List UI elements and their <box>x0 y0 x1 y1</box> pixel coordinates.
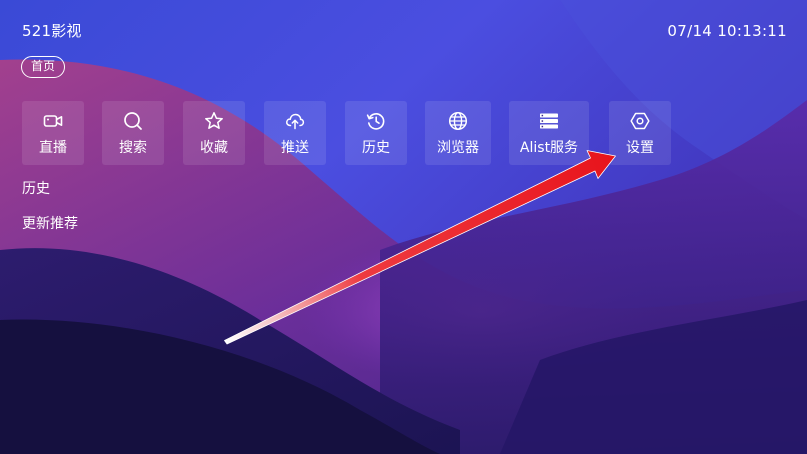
nav-item-label: 搜索 <box>119 140 147 156</box>
nav-item-alist[interactable]: Alist服务 <box>509 101 589 165</box>
background-wallpaper <box>0 0 807 454</box>
tab-home[interactable]: 首页 <box>21 56 65 78</box>
nav-item-push[interactable]: 推送 <box>264 101 326 165</box>
nav-item-search[interactable]: 搜索 <box>102 101 164 165</box>
cloud-upload-icon <box>284 110 306 132</box>
settings-hexagon-icon <box>629 110 651 132</box>
nav-item-label: 浏览器 <box>437 140 479 156</box>
clock: 07/14 10:13:11 <box>667 22 787 40</box>
server-list-icon <box>538 110 560 132</box>
nav-item-label: 推送 <box>281 140 309 156</box>
history-clock-icon <box>365 110 387 132</box>
nav-item-history[interactable]: 历史 <box>345 101 407 165</box>
search-icon <box>122 110 144 132</box>
nav-item-label: 设置 <box>626 140 654 156</box>
nav-item-live[interactable]: 直播 <box>22 101 84 165</box>
section-title-history: 历史 <box>22 181 50 197</box>
globe-icon <box>447 110 469 132</box>
nav-item-label: Alist服务 <box>519 140 579 156</box>
star-icon <box>203 110 225 132</box>
nav-item-label: 收藏 <box>200 140 228 156</box>
section-title-updates: 更新推荐 <box>22 216 78 232</box>
nav-item-label: 直播 <box>39 140 67 156</box>
app-title: 521影视 <box>22 22 82 40</box>
nav-item-browser[interactable]: 浏览器 <box>425 101 491 165</box>
nav-item-settings[interactable]: 设置 <box>609 101 671 165</box>
nav-item-label: 历史 <box>362 140 390 156</box>
nav-item-favorites[interactable]: 收藏 <box>183 101 245 165</box>
video-camera-icon <box>42 110 64 132</box>
